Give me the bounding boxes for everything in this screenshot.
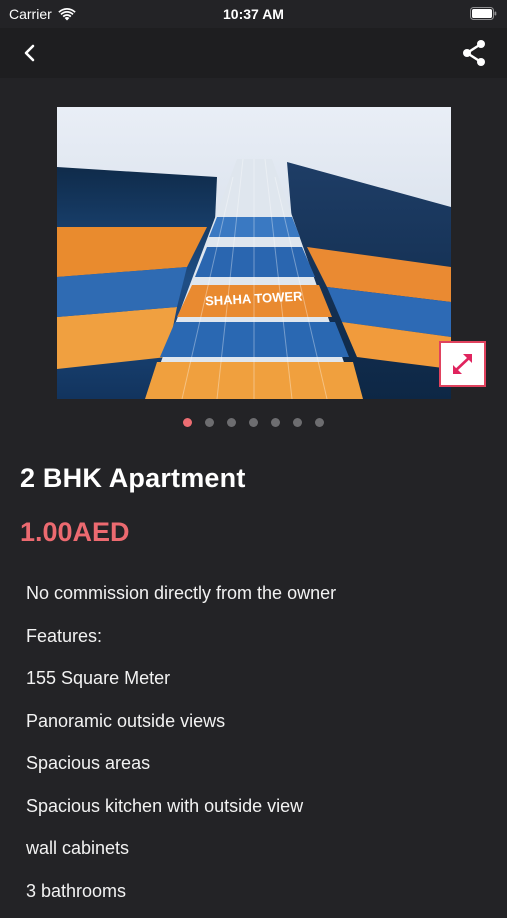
navigation-bar (0, 28, 507, 78)
share-icon (461, 39, 487, 67)
property-photo: SHAHA TOWER (57, 107, 451, 399)
description-line: 3 bathrooms (26, 876, 496, 918)
description-line: 155 Square Meter (26, 663, 496, 706)
listing-price: 1.00AED (20, 517, 130, 548)
image-pager[interactable] (0, 418, 507, 427)
pager-dot[interactable] (293, 418, 302, 427)
description-line: wall cabinets (26, 833, 496, 876)
listing-title: 2 BHK Apartment (20, 463, 246, 494)
pager-dot[interactable] (271, 418, 280, 427)
battery-icon (470, 7, 497, 20)
property-image-gallery[interactable]: SHAHA TOWER (57, 107, 451, 399)
status-bar: Carrier 10:37 AM (0, 0, 507, 28)
chevron-left-icon (18, 41, 42, 65)
expand-arrows-icon (441, 343, 484, 385)
description-line: Spacious kitchen with outside view (26, 791, 496, 834)
share-button[interactable] (461, 39, 487, 67)
description-line: Panoramic outside views (26, 706, 496, 749)
description-line: Features: (26, 621, 496, 664)
pager-dot[interactable] (183, 418, 192, 427)
listing-description: No commission directly from the owner Fe… (26, 578, 496, 918)
status-time: 10:37 AM (0, 6, 507, 22)
description-line: No commission directly from the owner (26, 578, 496, 621)
back-button[interactable] (18, 41, 42, 65)
fullscreen-button[interactable] (439, 341, 486, 387)
pager-dot[interactable] (315, 418, 324, 427)
description-line: Spacious areas (26, 748, 496, 791)
pager-dot[interactable] (227, 418, 236, 427)
pager-dot[interactable] (205, 418, 214, 427)
pager-dot[interactable] (249, 418, 258, 427)
